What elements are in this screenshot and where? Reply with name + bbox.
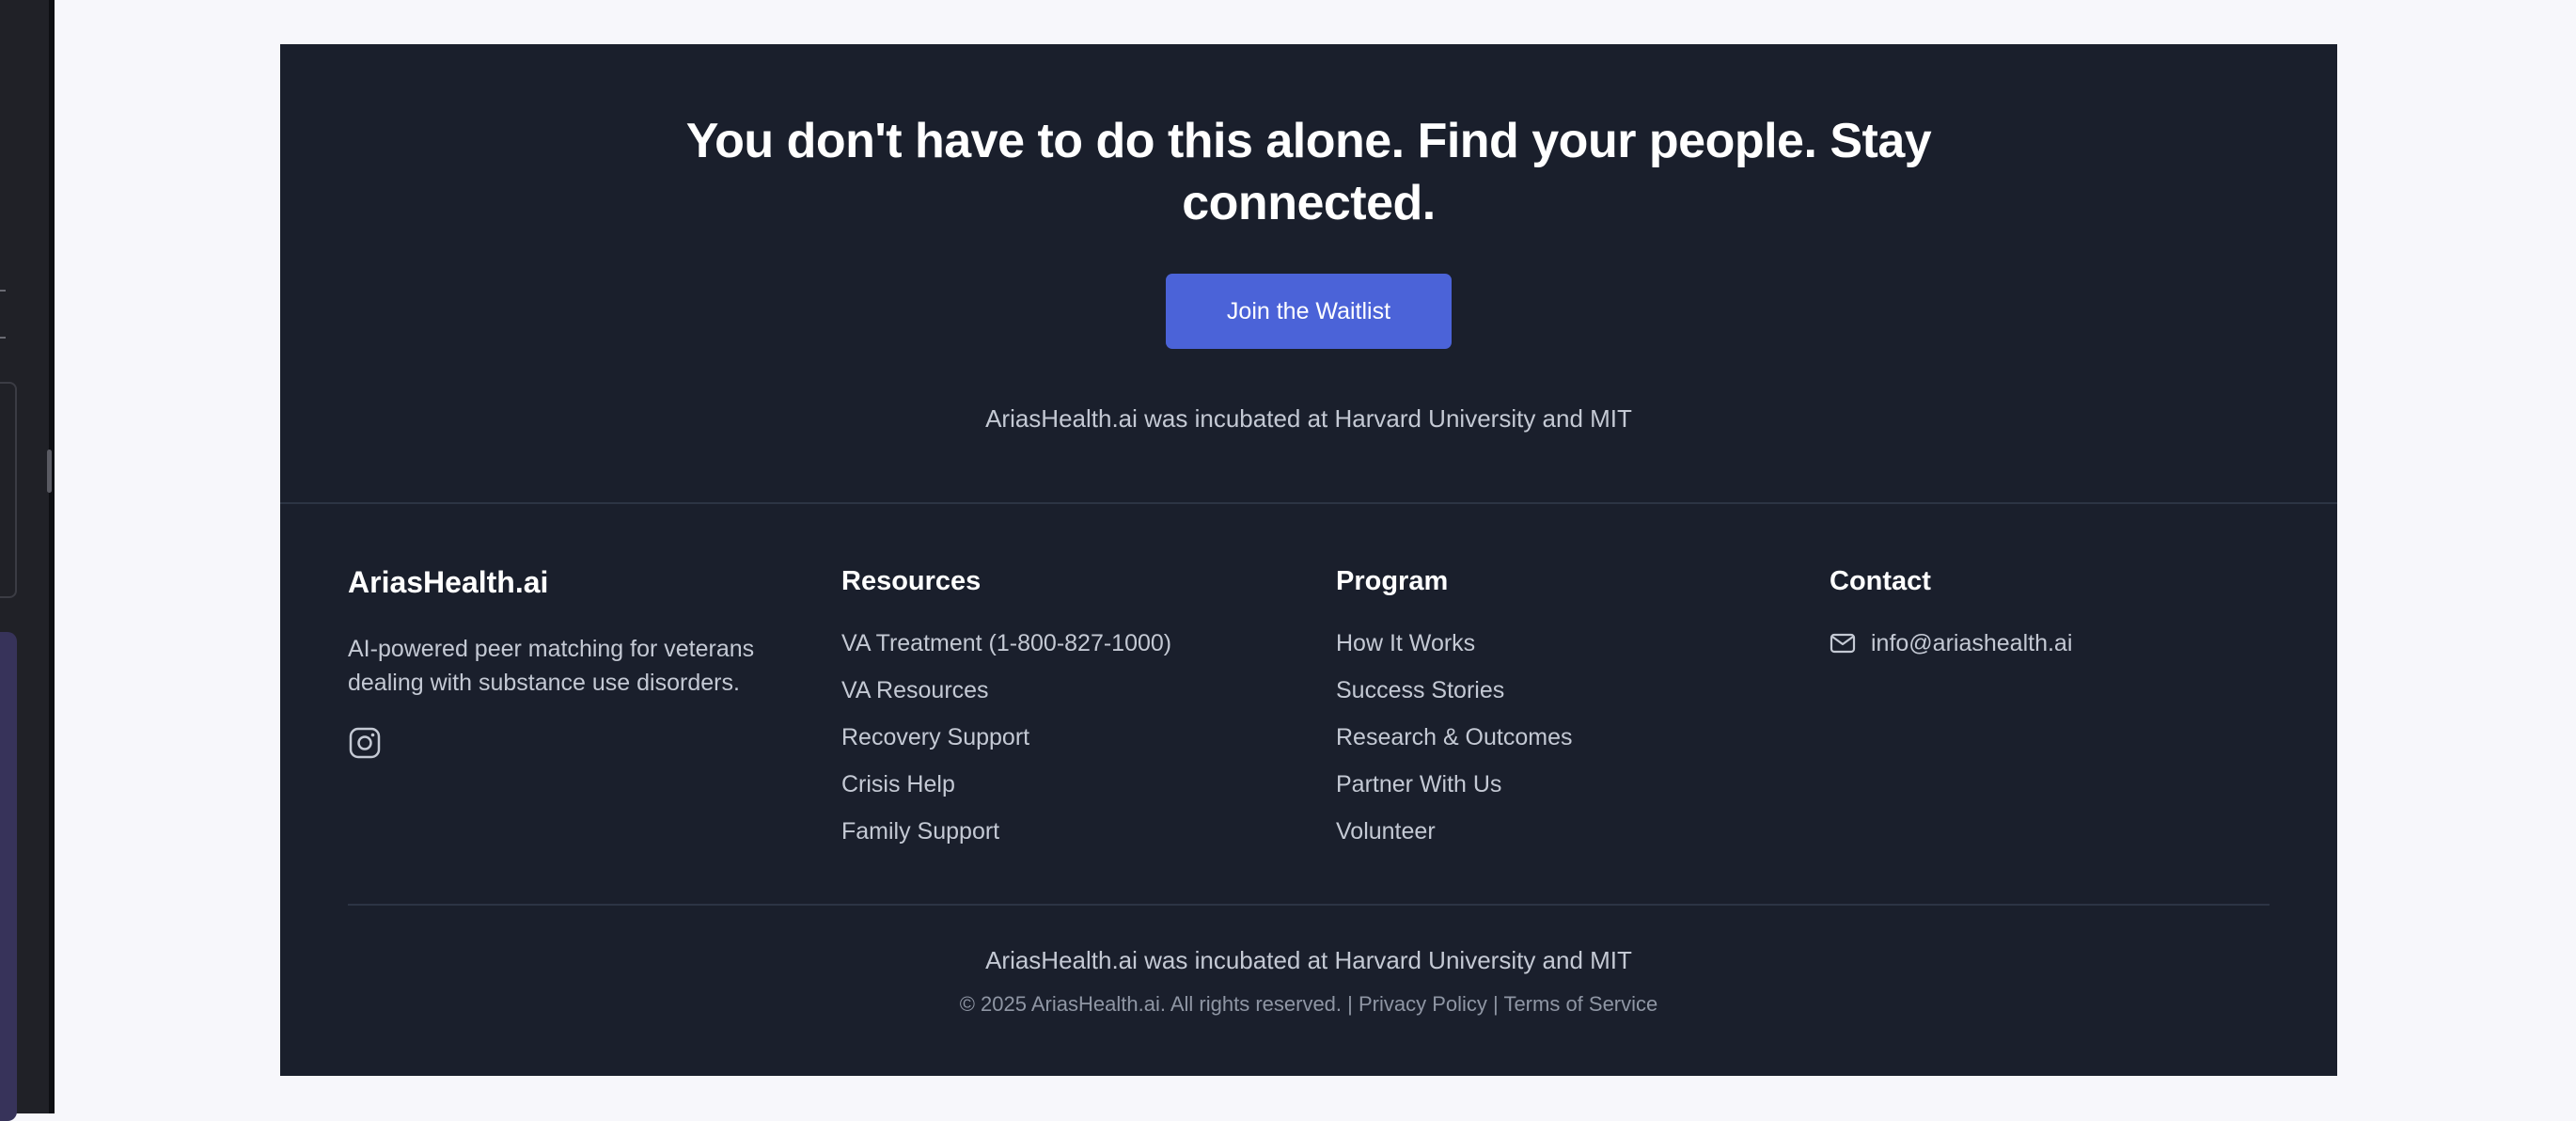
- brand-description: AI-powered peer matching for veterans de…: [348, 636, 755, 696]
- program-links: How It Works Success Stories Research & …: [1336, 626, 1787, 861]
- contact-email-link[interactable]: info@ariashealth.ai: [1830, 626, 2281, 660]
- program-column: Program How It Works Success Stories Res…: [1336, 562, 1787, 861]
- contact-email: info@ariashealth.ai: [1871, 630, 2073, 656]
- link-volunteer[interactable]: Volunteer: [1336, 814, 1787, 861]
- brand-column: AriasHealth.ai AI-powered peer matching …: [348, 562, 799, 760]
- link-success-stories[interactable]: Success Stories: [1336, 673, 1787, 720]
- link-va-treatment[interactable]: VA Treatment (1-800-827-1000): [841, 626, 1293, 673]
- legal-line: © 2025 AriasHealth.ai. All rights reserv…: [557, 992, 2061, 1017]
- resources-title: Resources: [841, 566, 982, 596]
- incubation-note: AriasHealth.ai was incubated at Harvard …: [985, 404, 1632, 433]
- resources-links: VA Treatment (1-800-827-1000) VA Resourc…: [841, 626, 1293, 861]
- program-title: Program: [1336, 566, 1449, 596]
- join-waitlist-button[interactable]: Join the Waitlist: [1166, 274, 1452, 349]
- panel-card-outline: [0, 382, 17, 598]
- resources-column: Resources VA Treatment (1-800-827-1000) …: [841, 562, 1293, 861]
- link-partner-with-us[interactable]: Partner With Us: [1336, 767, 1787, 814]
- site-footer: You don't have to do this alone. Find yo…: [280, 44, 2337, 1076]
- contact-title: Contact: [1830, 566, 1931, 596]
- panel-resize-handle[interactable]: [47, 450, 52, 493]
- panel-tick-mark: [0, 290, 6, 292]
- panel-highlight-block: [0, 632, 17, 1121]
- link-recovery-support[interactable]: Recovery Support: [841, 720, 1293, 767]
- footer-incubation-note: AriasHealth.ai was incubated at Harvard …: [985, 946, 1632, 974]
- link-crisis-help[interactable]: Crisis Help: [841, 767, 1293, 814]
- link-how-it-works[interactable]: How It Works: [1336, 626, 1787, 673]
- cta-section: You don't have to do this alone. Find yo…: [280, 44, 2337, 504]
- brand-name: AriasHealth.ai: [348, 565, 549, 599]
- copyright-text: © 2025 AriasHealth.ai. All rights reserv…: [959, 992, 1359, 1016]
- link-research-outcomes[interactable]: Research & Outcomes: [1336, 720, 1787, 767]
- footer-divider: [348, 904, 2270, 906]
- instagram-icon[interactable]: [348, 726, 382, 760]
- cta-headline: You don't have to do this alone. Find yo…: [685, 114, 1932, 230]
- panel-divider: [49, 0, 55, 1113]
- link-family-support[interactable]: Family Support: [841, 814, 1293, 861]
- privacy-policy-link[interactable]: Privacy Policy: [1359, 992, 1487, 1016]
- side-panel-edge: [0, 0, 55, 1121]
- contact-column: Contact info@ariashealth.ai: [1830, 562, 2281, 660]
- terms-of-service-link[interactable]: Terms of Service: [1503, 992, 1657, 1016]
- panel-tick-mark: [0, 337, 6, 339]
- legal-separator: |: [1486, 992, 1504, 1016]
- link-va-resources[interactable]: VA Resources: [841, 673, 1293, 720]
- mail-icon: [1830, 633, 1856, 654]
